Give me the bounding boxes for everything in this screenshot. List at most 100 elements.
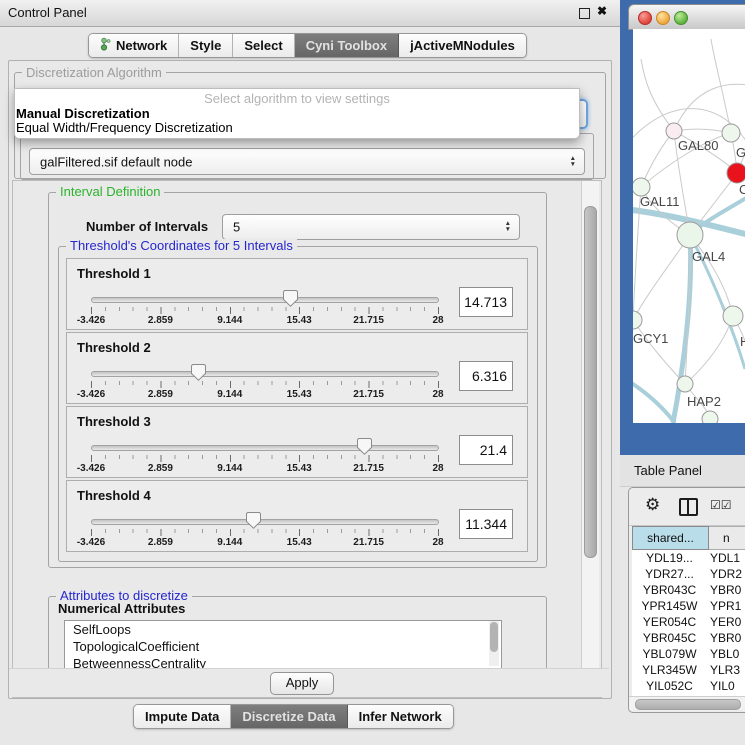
columns-icon[interactable] xyxy=(679,498,698,516)
threshold-slider-handle[interactable] xyxy=(357,438,372,455)
tick-label: 9.144 xyxy=(217,389,242,400)
algorithm-popup-items: Manual DiscretizationEqual Width/Frequen… xyxy=(15,107,579,135)
float-window-icon[interactable] xyxy=(579,8,590,19)
table-row[interactable]: YER054CYER0 xyxy=(632,614,745,630)
network-view-canvas[interactable]: GAL80GACGAL11GAL4GCY1HHAP2 xyxy=(633,29,745,423)
network-node-label: GAL80 xyxy=(678,138,718,153)
network-node-gal4[interactable] xyxy=(677,222,703,248)
table-row[interactable]: YDR27...YDR2 xyxy=(632,566,745,582)
network-node-gcy1[interactable] xyxy=(633,311,642,329)
tab-label: Cyni Toolbox xyxy=(306,38,387,53)
attributes-scrollbar-thumb[interactable] xyxy=(490,622,498,652)
tab-select[interactable]: Select xyxy=(233,34,294,57)
apply-button[interactable]: Apply xyxy=(270,672,334,695)
cell-shared-name: YIL052C xyxy=(632,678,707,694)
checkboxes-icon[interactable]: ☑☑ xyxy=(710,498,732,512)
gear-icon[interactable]: ⚙ xyxy=(645,495,660,515)
network-node-h[interactable] xyxy=(723,306,743,326)
tick-label: -3.426 xyxy=(77,389,105,400)
attribute-item-topologicalcoefficient[interactable]: TopologicalCoefficient xyxy=(65,638,501,655)
threshold-tick-labels: -3.4262.8599.14415.4321.71528 xyxy=(91,463,438,474)
table-rows: YDL19...YDL1YDR27...YDR2YBR043CYBR0YPR14… xyxy=(632,550,745,696)
table-panel-window: ⚙ ☑☑ shared... n YDL19...YDL1YDR27...YDR… xyxy=(628,487,745,713)
cell-shared-name: YDL19... xyxy=(632,550,707,566)
cell-name: YPR1 xyxy=(707,598,745,614)
minimize-traffic-light-icon[interactable] xyxy=(656,11,670,25)
horizontal-scrollbar-thumb[interactable] xyxy=(635,699,741,710)
close-icon[interactable]: ✖ xyxy=(597,4,607,18)
tick-label: 21.715 xyxy=(353,537,384,548)
threshold-card: Threshold 1-3.4262.8599.14415.4321.71528… xyxy=(66,258,528,330)
threshold-value-field[interactable]: 14.713 xyxy=(459,287,513,317)
tab-cyni-toolbox[interactable]: Cyni Toolbox xyxy=(295,34,399,57)
threshold-slider-handle[interactable] xyxy=(191,364,206,381)
discretization-algorithm-title: Discretization Algorithm xyxy=(22,66,166,80)
tab-impute-data[interactable]: Impute Data xyxy=(134,705,231,728)
tab-label: jActiveMNodules xyxy=(410,38,515,53)
tick-label: 2.859 xyxy=(148,463,173,474)
network-icon xyxy=(100,37,111,54)
table-row[interactable]: YBR045CYBR0 xyxy=(632,630,745,646)
tick-label: 28 xyxy=(432,463,443,474)
cell-shared-name: YBR045C xyxy=(632,630,707,646)
tab-network[interactable]: Network xyxy=(89,34,179,57)
threshold-slider-track[interactable] xyxy=(91,297,439,303)
network-node-gal80[interactable] xyxy=(666,123,682,139)
table-row[interactable]: YBL079WYBL0 xyxy=(632,646,745,662)
tick-label: 21.715 xyxy=(353,389,384,400)
table-row[interactable]: YPR145WYPR1 xyxy=(632,598,745,614)
tick-label: 2.859 xyxy=(148,537,173,548)
number-of-intervals-label: Number of Intervals xyxy=(86,219,208,234)
threshold-value-field[interactable]: 6.316 xyxy=(459,361,513,391)
close-traffic-light-icon[interactable] xyxy=(638,11,652,25)
vertical-scrollbar-thumb[interactable] xyxy=(584,206,597,558)
numerical-attributes-list[interactable]: SelfLoopsTopologicalCoefficientBetweenne… xyxy=(64,620,502,669)
cell-name: YBR0 xyxy=(707,630,745,646)
threshold-slider-handle[interactable] xyxy=(283,290,298,307)
tab-jactivemnodules[interactable]: jActiveMNodules xyxy=(399,34,526,57)
attribute-item-selfloops[interactable]: SelfLoops xyxy=(65,621,501,638)
threshold-tick-labels: -3.4262.8599.14415.4321.71528 xyxy=(91,389,438,400)
cell-shared-name: YER054C xyxy=(632,614,707,630)
network-node-ga[interactable] xyxy=(722,124,740,142)
tab-discretize-data[interactable]: Discretize Data xyxy=(231,705,347,728)
tab-label: Network xyxy=(116,38,167,53)
thresholds-group-title: Threshold's Coordinates for 5 Intervals xyxy=(66,239,297,253)
threshold-slider-track[interactable] xyxy=(91,445,439,451)
threshold-slider-handle[interactable] xyxy=(246,512,261,529)
network-window-titlebar xyxy=(628,4,745,30)
threshold-slider-ticks xyxy=(91,455,439,462)
cell-shared-name: YPR145W xyxy=(632,598,707,614)
threshold-value-field[interactable]: 11.344 xyxy=(459,509,513,539)
column-header-shared-name[interactable]: shared... xyxy=(632,526,709,550)
table-row[interactable]: YIL052CYIL0 xyxy=(632,678,745,694)
table-row[interactable]: YLR345WYLR3 xyxy=(632,662,745,678)
network-node[interactable] xyxy=(702,411,718,423)
algorithm-option-equal-width-frequency-discretization[interactable]: Equal Width/Frequency Discretization xyxy=(15,121,579,135)
threshold-value-field[interactable]: 21.4 xyxy=(459,435,513,465)
network-node-c[interactable] xyxy=(727,163,745,183)
tab-style[interactable]: Style xyxy=(179,34,233,57)
threshold-slider-track[interactable] xyxy=(91,371,439,377)
table-data-combobox[interactable]: galFiltered.sif default node ▲▼ xyxy=(29,148,585,175)
network-node-hap2[interactable] xyxy=(677,376,693,392)
tick-label: 9.144 xyxy=(217,537,242,548)
threshold-card: Threshold 4-3.4262.8599.14415.4321.71528… xyxy=(66,480,528,552)
table-toolbar: ⚙ ☑☑ xyxy=(629,488,745,526)
combo-spinner-icon: ▲▼ xyxy=(570,156,576,168)
number-of-intervals-combobox[interactable]: 5 ▲▼ xyxy=(222,214,520,240)
attribute-item-betweennesscentrality[interactable]: BetweennessCentrality xyxy=(65,655,501,669)
threshold-tick-labels: -3.4262.8599.14415.4321.71528 xyxy=(91,315,438,326)
table-row[interactable]: YDL19...YDL1 xyxy=(632,550,745,566)
horizontal-scrollbar[interactable] xyxy=(629,696,745,710)
column-header-name[interactable]: n xyxy=(709,526,745,550)
table-data-group: Table Data galFiltered.sif default node … xyxy=(20,133,594,180)
tick-label: 28 xyxy=(432,389,443,400)
tab-infer-network[interactable]: Infer Network xyxy=(348,705,453,728)
zoom-traffic-light-icon[interactable] xyxy=(674,11,688,25)
tab-label: Select xyxy=(244,38,282,53)
tick-label: -3.426 xyxy=(77,315,105,326)
table-row[interactable]: YBR043CYBR0 xyxy=(632,582,745,598)
threshold-slider-track[interactable] xyxy=(91,519,439,525)
algorithm-option-manual-discretization[interactable]: Manual Discretization xyxy=(15,107,579,121)
